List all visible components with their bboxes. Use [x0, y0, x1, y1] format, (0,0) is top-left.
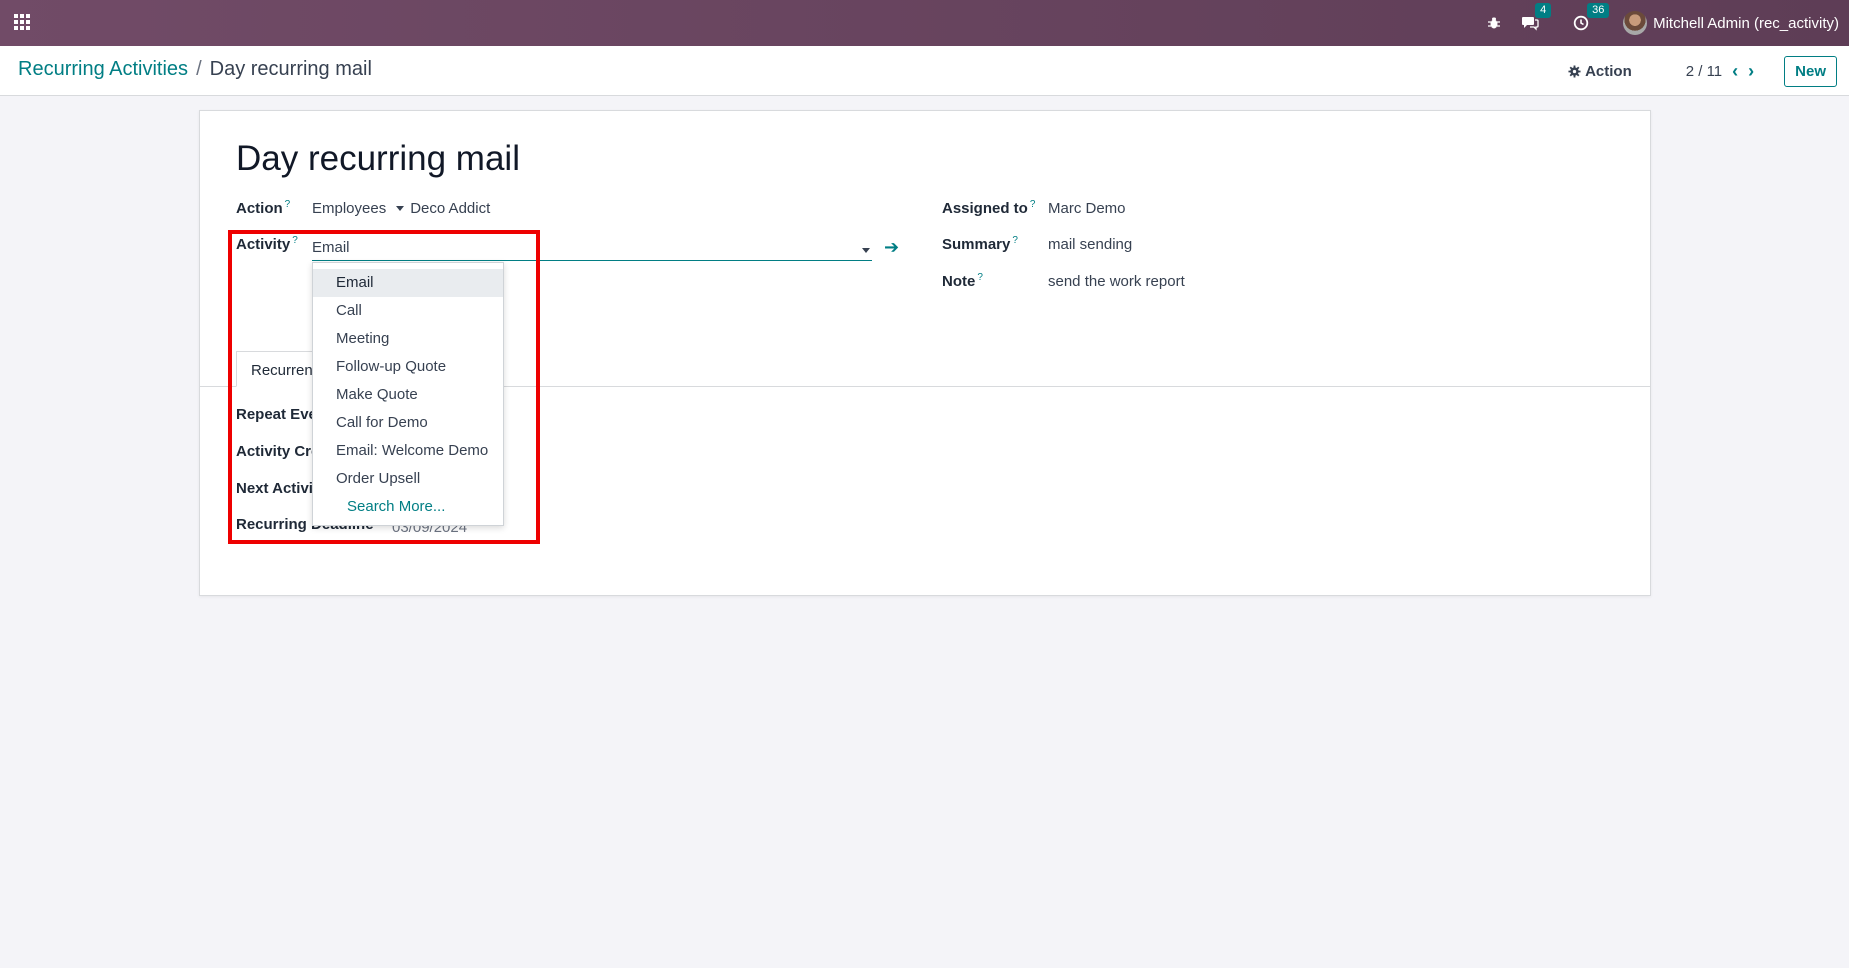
pager-next-icon[interactable]: › — [1748, 61, 1754, 82]
messages-icon[interactable]: 4 — [1521, 3, 1552, 31]
user-name: Mitchell Admin (rec_activity) — [1653, 14, 1839, 32]
breadcrumb: Recurring Activities / Day recurring mai… — [18, 58, 372, 81]
help-tooltip-icon[interactable]: ? — [977, 272, 983, 283]
top-navbar: 4 36 Mitchell Admin (rec_activity) — [0, 0, 1849, 46]
apps-menu-icon[interactable] — [14, 14, 30, 30]
user-menu[interactable]: Mitchell Admin (rec_activity) — [1623, 11, 1839, 35]
pager-value[interactable]: 2 / 11 — [1686, 63, 1722, 80]
action-menu-label: Action — [1585, 62, 1632, 80]
summary-value[interactable]: mail sending — [1048, 236, 1132, 253]
avatar — [1623, 11, 1648, 35]
pager-previous-icon[interactable]: ‹ — [1732, 61, 1738, 82]
control-panel: Recurring Activities / Day recurring mai… — [0, 46, 1849, 96]
highlight-box — [228, 230, 540, 544]
control-panel-actions: Action 2 / 11 ‹ › New — [1568, 54, 1837, 88]
navbar-systray: 4 36 Mitchell Admin (rec_activity) — [1487, 0, 1839, 46]
assigned-to-value[interactable]: Marc Demo — [1048, 200, 1126, 217]
action-field-value[interactable]: Employees Deco Addict — [312, 200, 490, 217]
help-tooltip-icon[interactable]: ? — [1012, 235, 1018, 246]
caret-down-icon[interactable] — [862, 248, 870, 253]
record-title: Day recurring mail — [236, 139, 520, 178]
note-value[interactable]: send the work report — [1048, 273, 1185, 290]
pager: 2 / 11 ‹ › — [1686, 61, 1754, 82]
gear-icon — [1568, 64, 1581, 78]
action-model-select[interactable]: Employees — [312, 200, 386, 217]
breadcrumb-separator: / — [196, 58, 202, 80]
caret-down-icon — [396, 205, 405, 211]
action-record-value[interactable]: Deco Addict — [410, 200, 490, 217]
help-tooltip-icon[interactable]: ? — [285, 199, 291, 210]
activities-clock-icon[interactable]: 36 — [1573, 3, 1610, 31]
activities-badge: 36 — [1587, 3, 1610, 18]
action-menu-button[interactable]: Action — [1568, 63, 1632, 80]
internal-link-arrow-icon[interactable]: ➔ — [884, 237, 899, 258]
action-field-label: Action? — [236, 199, 291, 217]
help-tooltip-icon[interactable]: ? — [1030, 199, 1036, 210]
new-button[interactable]: New — [1784, 55, 1837, 87]
breadcrumb-parent-link[interactable]: Recurring Activities — [18, 58, 188, 81]
summary-label: Summary? — [942, 235, 1018, 253]
assigned-to-label: Assigned to? — [942, 199, 1036, 217]
breadcrumb-current: Day recurring mail — [209, 58, 372, 80]
messages-badge: 4 — [1535, 3, 1552, 18]
note-label: Note? — [942, 272, 983, 290]
debug-bug-icon[interactable] — [1487, 16, 1501, 30]
